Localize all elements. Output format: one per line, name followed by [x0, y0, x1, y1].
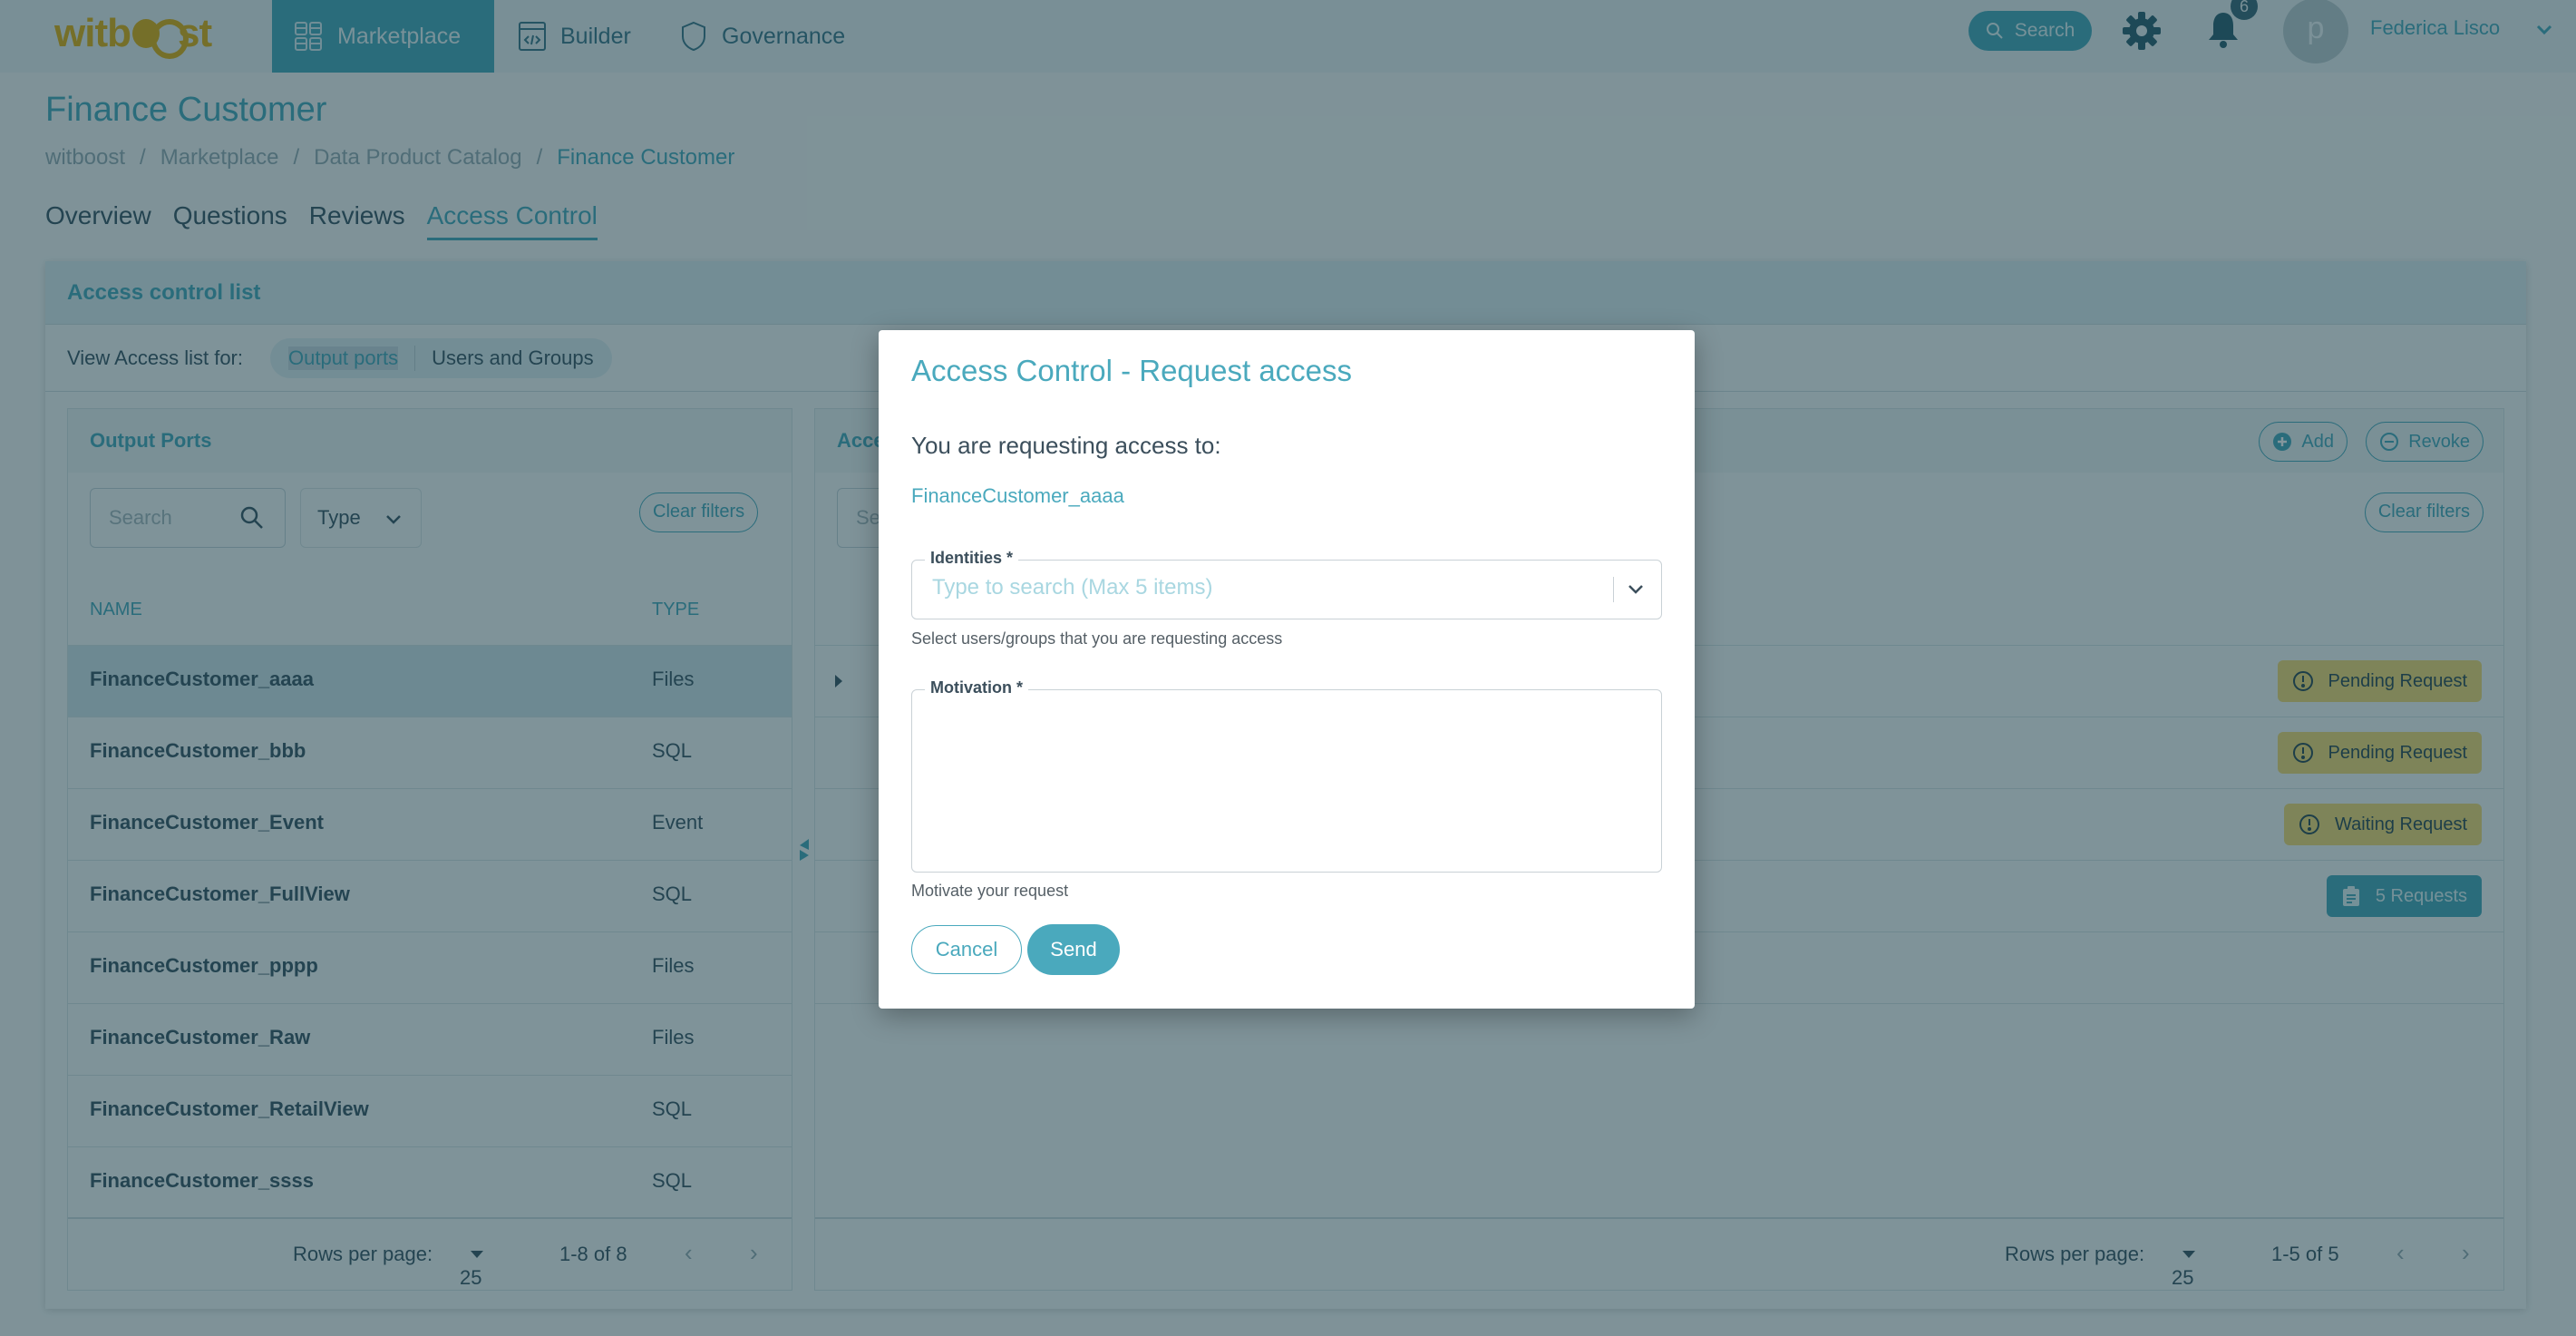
- motivation-helper-text: Motivate your request: [911, 882, 1069, 900]
- field-separator: [1613, 577, 1614, 602]
- dialog-intro: You are requesting access to:: [911, 432, 1221, 459]
- identities-label: Identities *: [925, 549, 1019, 568]
- send-button[interactable]: Send: [1027, 924, 1120, 975]
- motivation-field: Motivation *: [911, 678, 1662, 873]
- identities-placeholder: Type to search (Max 5 items): [932, 575, 1213, 600]
- dialog-title: Access Control - Request access: [911, 354, 1353, 387]
- request-access-dialog: Access Control - Request access You are …: [879, 330, 1695, 1009]
- identities-field[interactable]: Identities * Type to search (Max 5 items…: [911, 549, 1662, 619]
- chevron-down-icon[interactable]: [1627, 580, 1645, 599]
- cancel-button[interactable]: Cancel: [911, 925, 1022, 974]
- identities-helper-text: Select users/groups that you are request…: [911, 629, 1283, 648]
- requested-resource: FinanceCustomer_aaaa: [911, 484, 1124, 507]
- motivation-textarea[interactable]: [921, 703, 1652, 863]
- motivation-label: Motivation *: [925, 678, 1028, 697]
